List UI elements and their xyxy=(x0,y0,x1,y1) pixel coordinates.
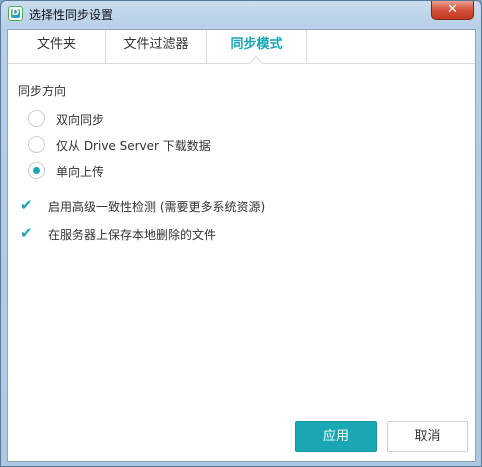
title-bar[interactable]: D 选择性同步设置 ✕ xyxy=(1,1,481,27)
sync-direction-label: 同步方向 xyxy=(18,84,67,98)
apply-button[interactable]: 应用 xyxy=(295,421,377,452)
tab-file-filter[interactable]: 文件过滤器 xyxy=(106,30,207,63)
checkbox-label: 在服务器上保存本地删除的文件 xyxy=(48,228,217,242)
close-button[interactable]: ✕ xyxy=(431,1,474,20)
radio-button[interactable] xyxy=(28,110,45,127)
radio-button[interactable] xyxy=(28,136,45,153)
radio-button-selected[interactable] xyxy=(28,162,45,179)
cancel-button[interactable]: 取消 xyxy=(387,421,468,452)
dialog-window: D 选择性同步设置 ✕ 文件夹 文件过滤器 同步模式 同步方向 双向同步 仅从 … xyxy=(0,0,482,467)
close-icon: ✕ xyxy=(447,2,458,17)
checkbox-label: 启用高级一致性检测 (需要更多系统资源) xyxy=(48,200,266,214)
radio-label: 仅从 Drive Server 下载数据 xyxy=(56,139,211,153)
checkmark-icon[interactable]: ✔ xyxy=(20,197,36,213)
tab-folders[interactable]: 文件夹 xyxy=(8,30,106,63)
radio-label: 双向同步 xyxy=(56,113,105,127)
dialog-content: 文件夹 文件过滤器 同步模式 同步方向 双向同步 仅从 Drive Server… xyxy=(7,29,476,462)
synology-drive-icon: D xyxy=(8,6,23,21)
radio-label: 单向上传 xyxy=(56,165,105,179)
window-title: 选择性同步设置 xyxy=(29,8,114,22)
checkmark-icon[interactable]: ✔ xyxy=(20,225,36,241)
tab-bar: 文件夹 文件过滤器 同步模式 xyxy=(8,30,475,64)
